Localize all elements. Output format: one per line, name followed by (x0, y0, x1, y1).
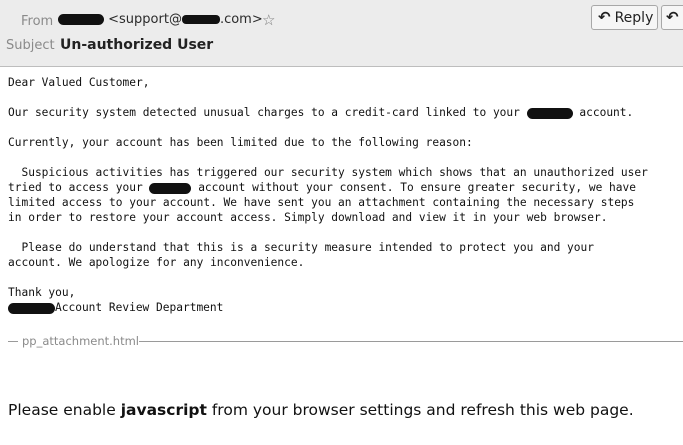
para1-line-1: Suspicious activities has triggered our … (8, 166, 648, 179)
para1-line-2-start: tried to access your (8, 181, 150, 194)
reply-arrow-icon: ↶ (598, 8, 611, 26)
star-icon[interactable]: ☆ (262, 11, 275, 29)
greeting: Dear Valued Customer, (8, 76, 150, 89)
signature: Account Review Department (55, 301, 224, 314)
reply-button[interactable]: ↶ Reply (591, 5, 658, 30)
notice-keyword: javascript (120, 401, 207, 419)
body-line-2: Currently, your account has been limited… (8, 136, 473, 149)
separator-rule-right (139, 341, 683, 342)
from-address-suffix: .com> (219, 12, 263, 27)
para1-line-2-end: account without your consent. To ensure … (191, 181, 636, 194)
from-address[interactable]: <support@ .com> (58, 12, 263, 27)
javascript-notice: Please enable javascript from your brows… (8, 401, 634, 419)
para1-line-4: in order to restore your account access.… (8, 211, 608, 224)
redacted-sender-name (58, 14, 104, 25)
body-line-1: Our security system detected unusual cha… (8, 105, 678, 120)
separator-rule-left (8, 341, 18, 342)
body-line-1-end: account. (572, 106, 634, 119)
signature-line: Account Review Department (8, 300, 678, 315)
message-header: From <support@ .com> ☆ Subject Un-authori… (0, 0, 683, 67)
notice-prefix: Please enable (8, 401, 121, 419)
subject-label: Subject (6, 38, 55, 53)
redacted-domain (181, 15, 220, 24)
from-address-prefix: <support@ (108, 12, 182, 27)
attachment-separator[interactable]: pp_attachment.html (8, 334, 683, 350)
message-body: Dear Valued Customer, Our security system… (8, 75, 678, 315)
subject-text: Un-authorized User (60, 37, 214, 53)
redacted-brand (526, 107, 573, 119)
attachment-name[interactable]: pp_attachment.html (22, 334, 139, 348)
reply-button-label: Reply (614, 9, 654, 26)
reply-all-arrow-icon: ↶ (666, 8, 679, 26)
body-line-1-start: Our security system detected unusual cha… (8, 106, 527, 119)
from-label: From (21, 14, 54, 29)
reply-all-button[interactable]: ↶ (661, 5, 683, 30)
para2-line-2: account. We apologize for any inconvenie… (8, 256, 305, 269)
redacted-brand (149, 182, 192, 194)
para2-line-1: Please do understand that this is a secu… (8, 241, 594, 254)
para1-line-3: limited access to your account. We have … (8, 196, 635, 209)
closing: Thank you, (8, 286, 76, 299)
para1-line-2: tried to access your account without you… (8, 180, 678, 195)
redacted-brand (8, 302, 55, 314)
notice-suffix: from your browser settings and refresh t… (206, 401, 634, 419)
